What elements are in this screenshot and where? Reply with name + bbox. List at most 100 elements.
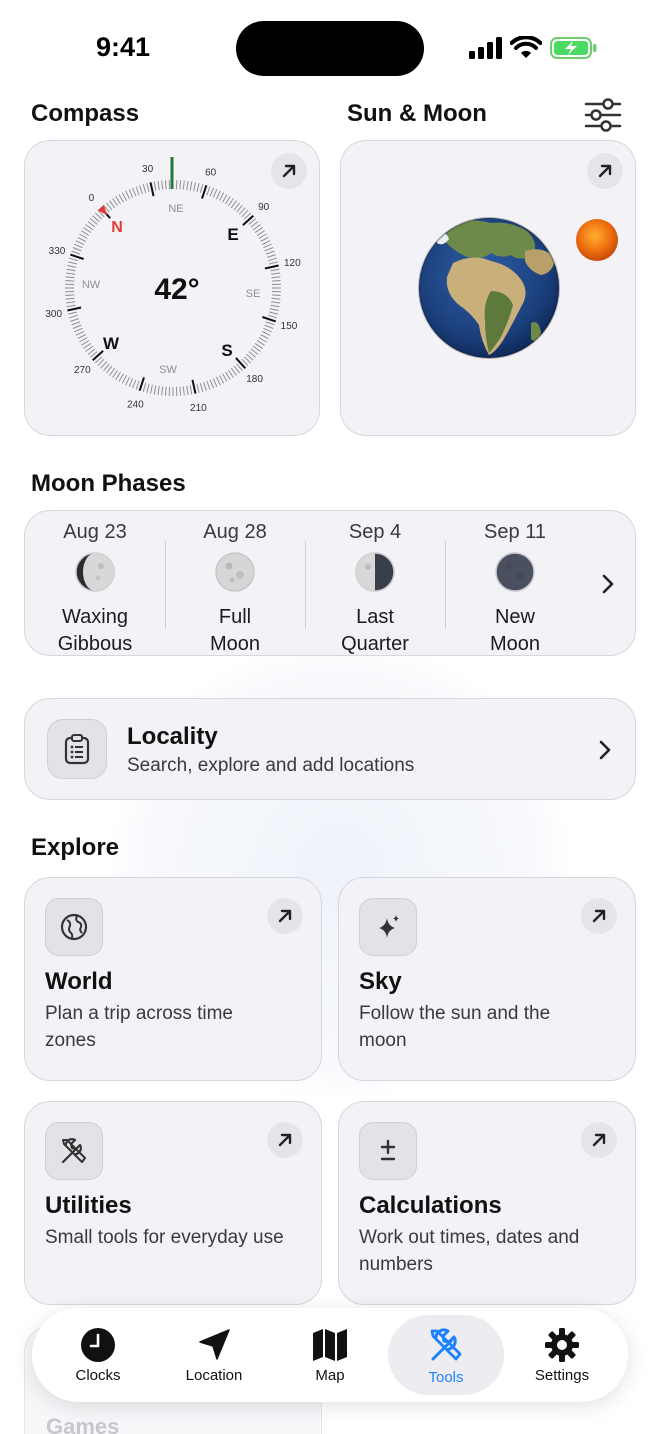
compass-tick (81, 230, 90, 236)
tab-map[interactable]: Map (272, 1315, 388, 1395)
chevron-right-icon[interactable] (601, 573, 615, 595)
status-time: 9:41 (96, 32, 151, 62)
compass-tick (71, 321, 81, 326)
moon-phase-item[interactable]: Sep 11 New Moon (445, 511, 585, 657)
compass-tick (264, 264, 279, 270)
compass-tick (71, 250, 81, 255)
compass-tick (112, 198, 119, 207)
compass-tick (256, 230, 265, 236)
compass-tick (268, 314, 277, 319)
compass-tick (69, 253, 84, 260)
moon-phases-widget[interactable]: Aug 23 Waxing Gibbous Aug 28 Full Moon S… (24, 510, 636, 656)
moon-phase-item[interactable]: Aug 23 Waxing Gibbous (25, 511, 165, 657)
sun-moon-widget[interactable] (340, 140, 636, 436)
compass-tick (165, 180, 167, 190)
compass-tick (125, 190, 131, 200)
moon-phase-item[interactable]: Aug 28 Full Moon (165, 511, 305, 657)
map-icon (313, 1328, 347, 1361)
arrow-up-right-icon (278, 1133, 292, 1147)
phase-date: Sep 11 (484, 521, 546, 543)
compass-tick (74, 327, 83, 333)
compass-tick (161, 180, 164, 190)
compass-tick (215, 376, 221, 386)
compass-tick (258, 233, 267, 239)
compass-tick (265, 321, 275, 326)
compass-tick (263, 327, 272, 333)
compass-tick (85, 345, 94, 352)
tools-icon (61, 1138, 86, 1164)
compass-tick (227, 198, 234, 207)
plus-minus-icon (380, 1139, 396, 1161)
compass-widget[interactable]: 0 30 60 90 120 150 180 210 240 270 300 330 N E S W … (24, 140, 320, 436)
compass-tick (182, 386, 185, 396)
compass-tick (179, 386, 181, 396)
locality-subtitle: Search, explore and add locations (127, 755, 415, 776)
tab-settings[interactable]: Settings (504, 1315, 620, 1395)
sliders-icon[interactable] (584, 98, 622, 132)
sun-moon-open-button[interactable] (587, 153, 623, 189)
tab-label: Location (185, 1366, 243, 1384)
phase-name-line1: Waxing (62, 606, 128, 628)
phase-name-line2: Quarter (341, 633, 409, 655)
tab-label: Clocks (75, 1366, 121, 1384)
explore-tile-sky[interactable]: Sky Follow the sun and the moon (338, 877, 636, 1081)
phase-name-line1: Full (218, 606, 252, 628)
compass-degree-label: 120 (284, 258, 301, 269)
phase-name-line2: Gibbous (57, 633, 133, 655)
compass-tick (92, 350, 104, 362)
compass-tick (106, 365, 113, 374)
compass-tick (74, 243, 83, 249)
world-open-button[interactable] (267, 898, 303, 934)
sky-open-button[interactable] (581, 898, 617, 934)
tab-location[interactable]: Location (156, 1315, 272, 1395)
status-bar: 9:41 (0, 0, 660, 96)
compass-tick (132, 379, 137, 389)
compass-tick (67, 265, 77, 268)
utilities-open-button[interactable] (267, 1122, 303, 1158)
tab-clocks[interactable]: Clocks (40, 1315, 156, 1395)
compass-tick (135, 186, 140, 196)
compass-tick (233, 202, 240, 211)
compass-tick (196, 383, 200, 393)
locality-icon-box (47, 719, 107, 779)
compass-tick (261, 240, 271, 246)
compass-tick (219, 192, 225, 201)
compass-tick (260, 334, 269, 340)
tile-icon-box (359, 898, 417, 956)
compass-tick (254, 342, 263, 349)
compass-tick (265, 250, 275, 255)
clipboard-icon (64, 734, 90, 765)
compass-tick (252, 345, 261, 352)
compass-tick (199, 383, 204, 392)
moon-phase-item[interactable]: Sep 4 Last Quarter (305, 511, 445, 657)
moon-waxing-gibbous-icon (75, 552, 115, 592)
compass-tick (109, 200, 116, 209)
compass-tick (66, 304, 76, 308)
explore-tile-calculations[interactable]: Calculations Work out times, dates and n… (338, 1101, 636, 1305)
compass-tick (115, 371, 121, 380)
compass-tick (268, 257, 277, 262)
tab-label: Tools (428, 1368, 464, 1386)
intercardinal-se: SE (246, 288, 261, 300)
explore-tile-utilities[interactable]: Utilities Small tools for everyday use (24, 1101, 322, 1305)
locality-row[interactable]: Locality Search, explore and add locatio… (24, 698, 636, 800)
compass-tick (258, 337, 267, 343)
explore-section-title: Explore (31, 834, 120, 861)
battery-icon (550, 37, 597, 59)
compass-tick (270, 304, 280, 308)
compass-tick (189, 181, 193, 191)
compass-tick (112, 369, 119, 378)
explore-tile-world[interactable]: World Plan a trip across time zones (24, 877, 322, 1081)
calculations-open-button[interactable] (581, 1122, 617, 1158)
arrow-up-right-icon (592, 1133, 606, 1147)
compass-tick (138, 377, 145, 392)
compass-open-button[interactable] (271, 153, 307, 189)
compass-tick (268, 311, 278, 315)
compass-tick (146, 183, 150, 193)
compass-tick (118, 194, 124, 203)
compass-tick (191, 379, 197, 394)
compass-tick (225, 371, 231, 380)
tab-tools[interactable]: Tools (388, 1315, 504, 1395)
compass-tick (261, 330, 271, 336)
compass-tick (68, 261, 78, 265)
